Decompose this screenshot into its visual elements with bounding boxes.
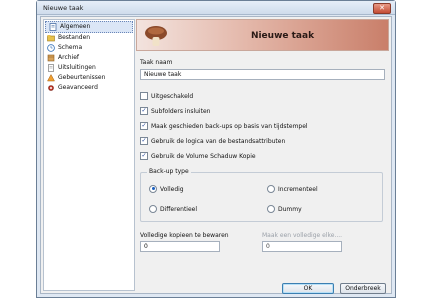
sidebar-nav: Algemeen Bestanden Schema Archief Uitslu… xyxy=(43,19,135,291)
radio-dummy[interactable]: Dummy xyxy=(267,204,302,214)
radio-button[interactable] xyxy=(267,184,275,193)
panel-header: Nieuwe taak xyxy=(136,19,389,51)
dialog-window: Nieuwe taak ✕ Algemeen Bestanden Schema … xyxy=(36,0,396,298)
radio-label: Differentieel xyxy=(160,206,198,213)
exclusions-icon xyxy=(47,64,55,72)
sidebar-item-schema[interactable]: Schema xyxy=(44,43,134,53)
task-name-input[interactable]: Nieuwe taak xyxy=(140,69,385,80)
task-name-label: Taak naam xyxy=(140,59,173,66)
radio-volledig[interactable]: Volledig xyxy=(149,184,184,194)
radio-button[interactable] xyxy=(149,184,157,193)
checkbox-timestamp-backups[interactable]: ✓ Maak geschieden back-ups op basis van t… xyxy=(140,121,308,131)
checkbox-uitgeschakeld[interactable]: Uitgeschakeld xyxy=(140,91,194,101)
radio-label: Incrementeel xyxy=(278,186,318,193)
checkbox-label: Gebruik de logica van de bestandsattribu… xyxy=(151,138,286,145)
checkbox-label: Gebruik de Volume Schaduw Kopie xyxy=(151,153,256,160)
radio-incrementeel[interactable]: Incrementeel xyxy=(267,184,318,194)
general-icon xyxy=(49,23,57,31)
sidebar-item-gebeurtenissen[interactable]: Gebeurtenissen xyxy=(44,73,134,83)
checkbox-subfolders[interactable]: ✓ Subfolders insluiten xyxy=(140,106,211,116)
full-every-input[interactable]: 0 xyxy=(262,241,342,252)
sidebar-item-label: Schema xyxy=(58,44,83,51)
radio-label: Dummy xyxy=(278,206,302,213)
sidebar-item-label: Geavanceerd xyxy=(58,84,98,91)
schedule-icon xyxy=(47,44,55,52)
radio-differentieel[interactable]: Differentieel xyxy=(149,204,198,214)
advanced-icon xyxy=(47,84,55,92)
backup-type-group: Back-up type Volledig Incrementeel Diffe… xyxy=(140,168,383,222)
full-copies-input[interactable]: 0 xyxy=(140,241,220,252)
checkbox-file-attributes[interactable]: ✓ Gebruik de logica van de bestandsattrib… xyxy=(140,136,286,146)
sidebar-item-algemeen[interactable]: Algemeen xyxy=(45,21,133,33)
main-panel: Nieuwe taak Taak naam Nieuwe taak Uitges… xyxy=(136,19,389,294)
title-bar[interactable]: Nieuwe taak ✕ xyxy=(37,1,395,15)
backup-type-legend: Back-up type xyxy=(147,168,191,175)
window-title: Nieuwe taak xyxy=(43,4,84,12)
sidebar-item-label: Algemeen xyxy=(60,23,91,30)
sidebar-item-bestanden[interactable]: Bestanden xyxy=(44,33,134,43)
full-copies-label: Volledige kopieen te bewaren xyxy=(140,232,229,239)
sidebar-item-archief[interactable]: Archief xyxy=(44,53,134,63)
events-icon xyxy=(47,73,55,82)
sidebar-item-label: Archief xyxy=(58,54,80,61)
radio-button[interactable] xyxy=(267,204,275,213)
radio-label: Volledig xyxy=(160,186,184,193)
sidebar-item-label: Bestanden xyxy=(58,34,91,41)
radio-button[interactable] xyxy=(149,204,157,213)
checkbox-box[interactable]: ✓ xyxy=(140,121,148,130)
cancel-button[interactable]: Onderbreek xyxy=(340,283,386,294)
checkbox-box[interactable]: ✓ xyxy=(140,151,148,160)
checkbox-label: Maak geschieden back-ups op basis van ti… xyxy=(151,123,308,130)
dialog-client: Algemeen Bestanden Schema Archief Uitslu… xyxy=(40,16,392,294)
checkbox-box[interactable] xyxy=(140,91,148,100)
checkbox-box[interactable]: ✓ xyxy=(140,106,148,115)
checkbox-label: Uitgeschakeld xyxy=(151,93,194,100)
files-icon xyxy=(47,34,55,42)
sidebar-item-geavanceerd[interactable]: Geavanceerd xyxy=(44,83,134,93)
ok-button[interactable]: OK xyxy=(282,283,334,294)
panel-title: Nieuwe taak xyxy=(250,31,315,41)
checkbox-volume-shadow-copy[interactable]: ✓ Gebruik de Volume Schaduw Kopie xyxy=(140,151,256,161)
checkbox-box[interactable]: ✓ xyxy=(140,136,148,145)
checkbox-label: Subfolders insluiten xyxy=(151,108,211,115)
close-button[interactable]: ✕ xyxy=(373,3,391,14)
archive-icon xyxy=(47,54,55,62)
sidebar-item-label: Gebeurtenissen xyxy=(58,74,106,81)
full-every-label: Maak een volledige elke.... xyxy=(262,232,343,239)
sidebar-item-uitsluitingen[interactable]: Uitsluitingen xyxy=(44,63,134,73)
sidebar-item-label: Uitsluitingen xyxy=(58,64,96,71)
